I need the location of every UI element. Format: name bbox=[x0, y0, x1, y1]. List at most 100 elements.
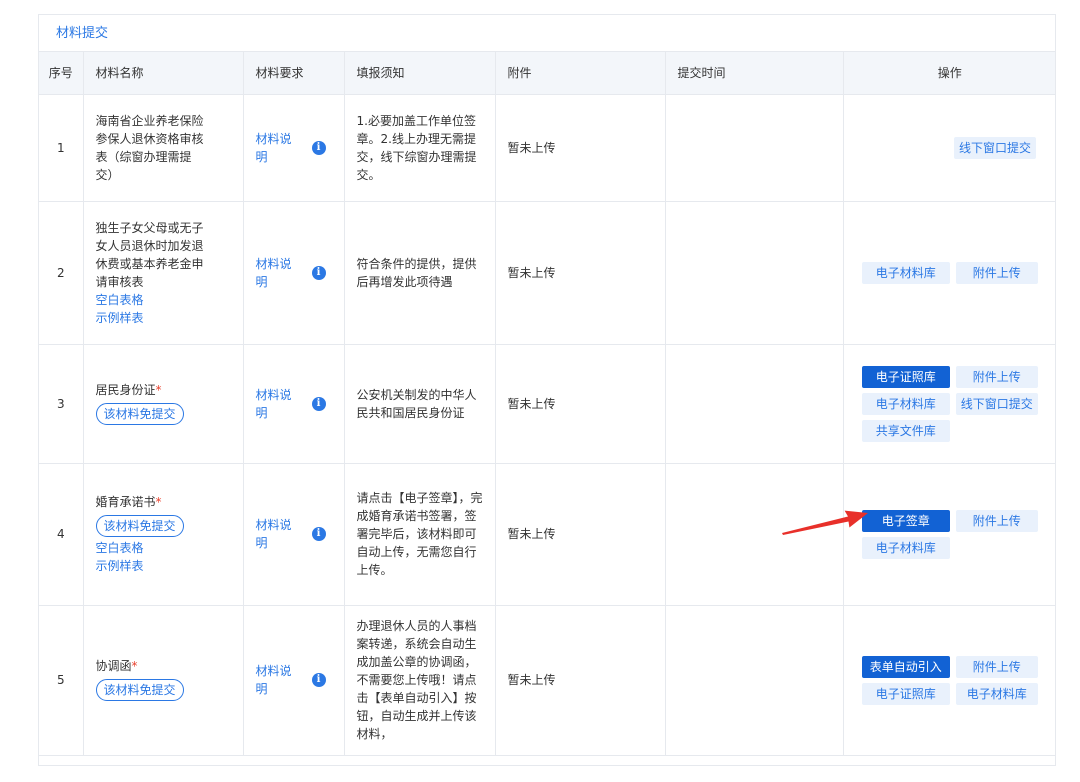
requirement-cell: 材料说明 i bbox=[243, 344, 345, 464]
actions-group: 线下窗口提交 bbox=[844, 136, 1056, 159]
material-submit-panel: 材料提交 序号 材料名称 材料要求 填报须知 附件 提交时间 操作 1 海南省企业… bbox=[38, 14, 1056, 766]
action-button[interactable]: 附件上传 bbox=[955, 365, 1038, 388]
actions-cell: 表单自动引入 附件上传 电子证照库 电子材料库 bbox=[843, 605, 1056, 756]
material-name-cell: 居民身份证* 该材料免提交 bbox=[83, 344, 244, 464]
material-name-line: 协调函* bbox=[95, 659, 138, 673]
material-name-line: 交） bbox=[95, 167, 120, 182]
header-name: 材料名称 bbox=[83, 52, 244, 95]
material-name-cell: 海南省企业养老保险 参保人退休资格审核 表（综窗办理需提 交） bbox=[83, 94, 244, 202]
panel-title: 材料提交 bbox=[39, 15, 1055, 52]
action-button[interactable]: 表单自动引入 bbox=[861, 655, 950, 678]
sample-form-link[interactable]: 示例样表 bbox=[96, 557, 243, 575]
header-submit-time: 提交时间 bbox=[665, 52, 844, 95]
actions-cell: 电子材料库 附件上传 bbox=[843, 201, 1056, 345]
notice-cell: 请点击【电子签章】，完成婚育承诺书签署，签署完毕后，该材料即可自动上传，无需您自… bbox=[344, 463, 496, 606]
materials-table: 序号 材料名称 材料要求 填报须知 附件 提交时间 操作 1 海南省企业养老保险参… bbox=[39, 52, 1056, 756]
requirement-cell: 材料说明 i bbox=[243, 463, 345, 606]
row-index: 5 bbox=[39, 605, 84, 756]
material-name-line: 请审核表 bbox=[95, 274, 144, 289]
header-index: 序号 bbox=[39, 52, 84, 95]
header-attachment: 附件 bbox=[495, 52, 666, 95]
table-row: 4 婚育承诺书* 该材料免提交空白表格 示例样表 材料说明 i 请点击【电子签章】，完成婚育… bbox=[39, 463, 1056, 606]
action-button[interactable]: 电子材料库 bbox=[861, 536, 950, 559]
submit-time-cell bbox=[665, 201, 844, 345]
action-button[interactable]: 电子签章 bbox=[861, 509, 950, 532]
actions-group: 电子材料库 附件上传 bbox=[844, 261, 1056, 284]
actions-cell: 线下窗口提交 bbox=[843, 94, 1056, 202]
actions-group: 电子签章 附件上传 电子材料库 bbox=[844, 509, 1056, 559]
action-button[interactable]: 电子证照库 bbox=[861, 682, 950, 705]
row-index: 2 bbox=[39, 201, 84, 345]
notice-cell: 符合条件的提供，提供后再增发此项待遇 bbox=[344, 201, 496, 345]
blank-form-link[interactable]: 空白表格 bbox=[96, 291, 243, 309]
material-description-link[interactable]: 材料说明 bbox=[256, 662, 296, 698]
attachment-cell: 暂未上传 bbox=[495, 344, 666, 464]
notice-cell: 1.必要加盖工作单位签章。2.线上办理无需提交，线下综窗办理需提交。 bbox=[344, 94, 496, 202]
requirement-cell: 材料说明 i bbox=[243, 201, 345, 345]
table-row: 2 独生子女父母或无子 女人员退休时加发退 休费或基本养老金申 请审核表 空白表格 示例样表… bbox=[39, 201, 1056, 345]
notice-cell: 公安机关制发的中华人民共和国居民身份证 bbox=[344, 344, 496, 464]
table-row: 5 协调函* 该材料免提交 材料说明 i 办理退休人员的人事档案转递，系统会自动生成加盖公… bbox=[39, 605, 1056, 756]
attachment-cell: 暂未上传 bbox=[495, 201, 666, 345]
submit-time-cell bbox=[665, 463, 844, 606]
material-name-line: 婚育承诺书* bbox=[95, 495, 162, 509]
material-description-link[interactable]: 材料说明 bbox=[256, 255, 296, 291]
table-row: 3 居民身份证* 该材料免提交 材料说明 i 公安机关制发的中华人民共和国居民身份证 暂未上… bbox=[39, 344, 1056, 464]
material-name-line: 独生子女父母或无子 bbox=[95, 220, 204, 235]
notice-cell: 办理退休人员的人事档案转递，系统会自动生成加盖公章的协调函，不需要您上传哦！请点… bbox=[344, 605, 496, 756]
sample-form-link[interactable]: 示例样表 bbox=[96, 309, 243, 327]
info-icon[interactable]: i bbox=[311, 527, 326, 541]
action-button[interactable]: 附件上传 bbox=[955, 261, 1038, 284]
attachment-cell: 暂未上传 bbox=[495, 463, 666, 606]
header-requirement: 材料要求 bbox=[243, 52, 345, 95]
requirement-cell: 材料说明 i bbox=[243, 94, 345, 202]
action-button[interactable]: 电子证照库 bbox=[861, 365, 950, 388]
header-notice: 填报须知 bbox=[344, 52, 496, 95]
header-actions: 操作 bbox=[843, 52, 1055, 95]
exempt-badge[interactable]: 该材料免提交 bbox=[95, 679, 184, 701]
material-name-cell: 婚育承诺书* 该材料免提交空白表格 示例样表 bbox=[83, 463, 244, 606]
material-name-line: 表（综窗办理需提 bbox=[95, 149, 192, 164]
material-name-cell: 独生子女父母或无子 女人员退休时加发退 休费或基本养老金申 请审核表空白表格 示例样表 bbox=[83, 201, 244, 345]
material-name-line: 居民身份证* bbox=[95, 382, 162, 397]
material-name-cell: 协调函* 该材料免提交 bbox=[83, 605, 244, 756]
action-button[interactable]: 电子材料库 bbox=[955, 682, 1038, 705]
action-button[interactable]: 共享文件库 bbox=[861, 419, 950, 442]
info-icon[interactable]: i bbox=[311, 673, 326, 687]
table-row: 1 海南省企业养老保险 参保人退休资格审核 表（综窗办理需提 交） 材料说明 i 1.必要加盖… bbox=[39, 94, 1056, 202]
attachment-cell: 暂未上传 bbox=[495, 605, 666, 756]
action-button[interactable]: 电子材料库 bbox=[861, 261, 950, 284]
action-button[interactable]: 附件上传 bbox=[955, 509, 1038, 532]
blank-form-link[interactable]: 空白表格 bbox=[96, 539, 243, 557]
actions-group: 电子证照库 附件上传 电子材料库 线下窗口提交 共享文件库 bbox=[844, 365, 1056, 442]
action-button[interactable]: 线下窗口提交 bbox=[954, 136, 1036, 159]
material-name-line: 休费或基本养老金申 bbox=[95, 256, 204, 271]
material-description-link[interactable]: 材料说明 bbox=[256, 130, 296, 166]
exempt-badge[interactable]: 该材料免提交 bbox=[95, 402, 184, 425]
action-button[interactable]: 附件上传 bbox=[955, 655, 1038, 678]
info-icon[interactable]: i bbox=[311, 396, 326, 411]
material-description-link[interactable]: 材料说明 bbox=[256, 516, 296, 552]
info-icon[interactable]: i bbox=[311, 140, 326, 155]
row-index: 4 bbox=[39, 463, 84, 606]
submit-time-cell bbox=[665, 94, 844, 202]
material-name-line: 海南省企业养老保险 bbox=[95, 113, 204, 128]
material-name-line: 女人员退休时加发退 bbox=[95, 238, 204, 253]
requirement-cell: 材料说明 i bbox=[243, 605, 345, 756]
action-button[interactable]: 线下窗口提交 bbox=[955, 392, 1038, 415]
submit-time-cell bbox=[665, 605, 844, 756]
required-mark: * bbox=[131, 659, 138, 673]
actions-cell: 电子签章 附件上传 电子材料库 bbox=[843, 463, 1056, 606]
info-icon[interactable]: i bbox=[311, 265, 326, 280]
table-header-row: 序号 材料名称 材料要求 填报须知 附件 提交时间 操作 bbox=[39, 52, 1055, 95]
actions-group: 表单自动引入 附件上传 电子证照库 电子材料库 bbox=[844, 655, 1056, 705]
row-index: 3 bbox=[39, 344, 84, 464]
actions-cell: 电子证照库 附件上传 电子材料库 线下窗口提交 共享文件库 bbox=[843, 344, 1056, 464]
required-mark: * bbox=[155, 495, 162, 509]
submit-time-cell bbox=[665, 344, 844, 464]
material-name-line: 参保人退休资格审核 bbox=[95, 131, 204, 146]
material-description-link[interactable]: 材料说明 bbox=[256, 386, 296, 422]
action-button[interactable]: 电子材料库 bbox=[861, 392, 950, 415]
required-mark: * bbox=[155, 382, 162, 397]
exempt-badge[interactable]: 该材料免提交 bbox=[95, 515, 184, 537]
